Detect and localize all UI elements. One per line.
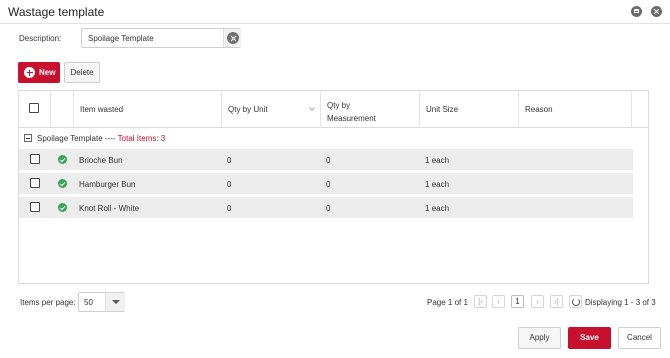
first-page-button[interactable]: |‹ [474,295,487,308]
cell-qty-unit[interactable]: 0 [227,180,231,189]
apply-button[interactable]: Apply [518,327,561,349]
cell-unit-size: 1 each [425,180,450,189]
refresh-icon[interactable] [569,295,582,308]
column-header-item-wasted[interactable]: Item wasted [73,91,221,128]
row-checkbox[interactable] [30,154,40,164]
row-checkbox[interactable] [30,202,40,212]
cell-qty-measure[interactable]: 0 [326,204,330,213]
cell-item: Hamburger Bun [79,180,136,189]
close-icon[interactable] [651,6,662,17]
column-header-qty-by-unit[interactable]: Qty by Unit [221,91,320,128]
grid-header: Item wasted Qty by Unit Qty by Measureme… [19,91,648,128]
new-button[interactable]: New [18,62,60,83]
column-header-unit-size[interactable]: Unit Size [419,91,518,128]
check-circle-icon [58,179,67,188]
plus-icon [24,67,35,78]
description-field[interactable] [81,28,241,48]
column-label: Qty by Unit [228,105,268,114]
page-info: Page 1 of 1 [427,298,468,307]
current-page-button[interactable]: 1 [511,295,524,308]
column-header-reason[interactable]: Reason [518,91,631,128]
clear-description-button[interactable] [223,29,241,47]
description-input[interactable] [82,29,222,47]
header-spacer [631,91,648,128]
group-name: Spoilage Template ---- [37,134,116,143]
description-label: Description: [19,34,62,43]
cell-qty-measure[interactable]: 0 [326,180,330,189]
items-grid: Item wasted Qty by Unit Qty by Measureme… [18,90,649,284]
dialog-title: Wastage template [8,5,105,19]
group-row: Spoilage Template ---- Total Items: 3 [19,130,648,146]
table-row[interactable]: Knot Roll - White 0 0 1 each [19,197,633,218]
window-restore-icon[interactable] [631,6,642,17]
header-select-cell [19,91,50,128]
header-status-cell [50,91,73,128]
next-page-button[interactable]: › [531,295,544,308]
items-per-page-value: 50 [84,298,93,307]
cell-item: Brioche Bun [79,156,123,165]
prev-page-button[interactable]: ‹ [492,295,505,308]
column-label: Qty by Measurement [327,101,376,123]
check-circle-icon [58,155,67,164]
group-label: Spoilage Template ---- Total Items: 3 [37,134,165,143]
check-circle-icon [58,203,67,212]
row-checkbox[interactable] [30,178,40,188]
cell-unit-size: 1 each [425,204,450,213]
cell-qty-unit[interactable]: 0 [227,156,231,165]
chevron-down-icon[interactable] [105,293,125,311]
cell-item: Knot Roll - White [79,204,140,213]
delete-button[interactable]: Delete [64,62,100,83]
group-total: Total Items: 3 [117,134,166,143]
cell-qty-measure[interactable]: 0 [326,156,330,165]
cell-qty-unit[interactable]: 0 [227,204,231,213]
new-button-label: New [39,68,56,77]
chevron-down-icon[interactable] [309,105,315,111]
items-per-page-select[interactable]: 50 [78,292,125,312]
save-button[interactable]: Save [568,327,611,349]
table-row[interactable]: Hamburger Bun 0 0 1 each [19,173,633,194]
cancel-button[interactable]: Cancel [618,327,661,349]
column-label: Item wasted [80,105,124,114]
column-label: Unit Size [426,105,459,114]
collapse-icon[interactable] [24,134,32,142]
cell-unit-size: 1 each [425,156,450,165]
last-page-button[interactable]: ›| [550,295,563,308]
title-bar: Wastage template [0,0,670,24]
column-header-qty-by-measurement[interactable]: Qty by Measurement [320,91,419,128]
items-per-page-label: Items per page: [20,298,76,307]
select-all-checkbox[interactable] [29,103,39,113]
clear-icon [227,32,239,44]
column-label: Reason [525,105,553,114]
displaying-count: Displaying 1 - 3 of 3 [585,298,656,307]
table-row[interactable]: Brioche Bun 0 0 1 each [19,149,633,170]
